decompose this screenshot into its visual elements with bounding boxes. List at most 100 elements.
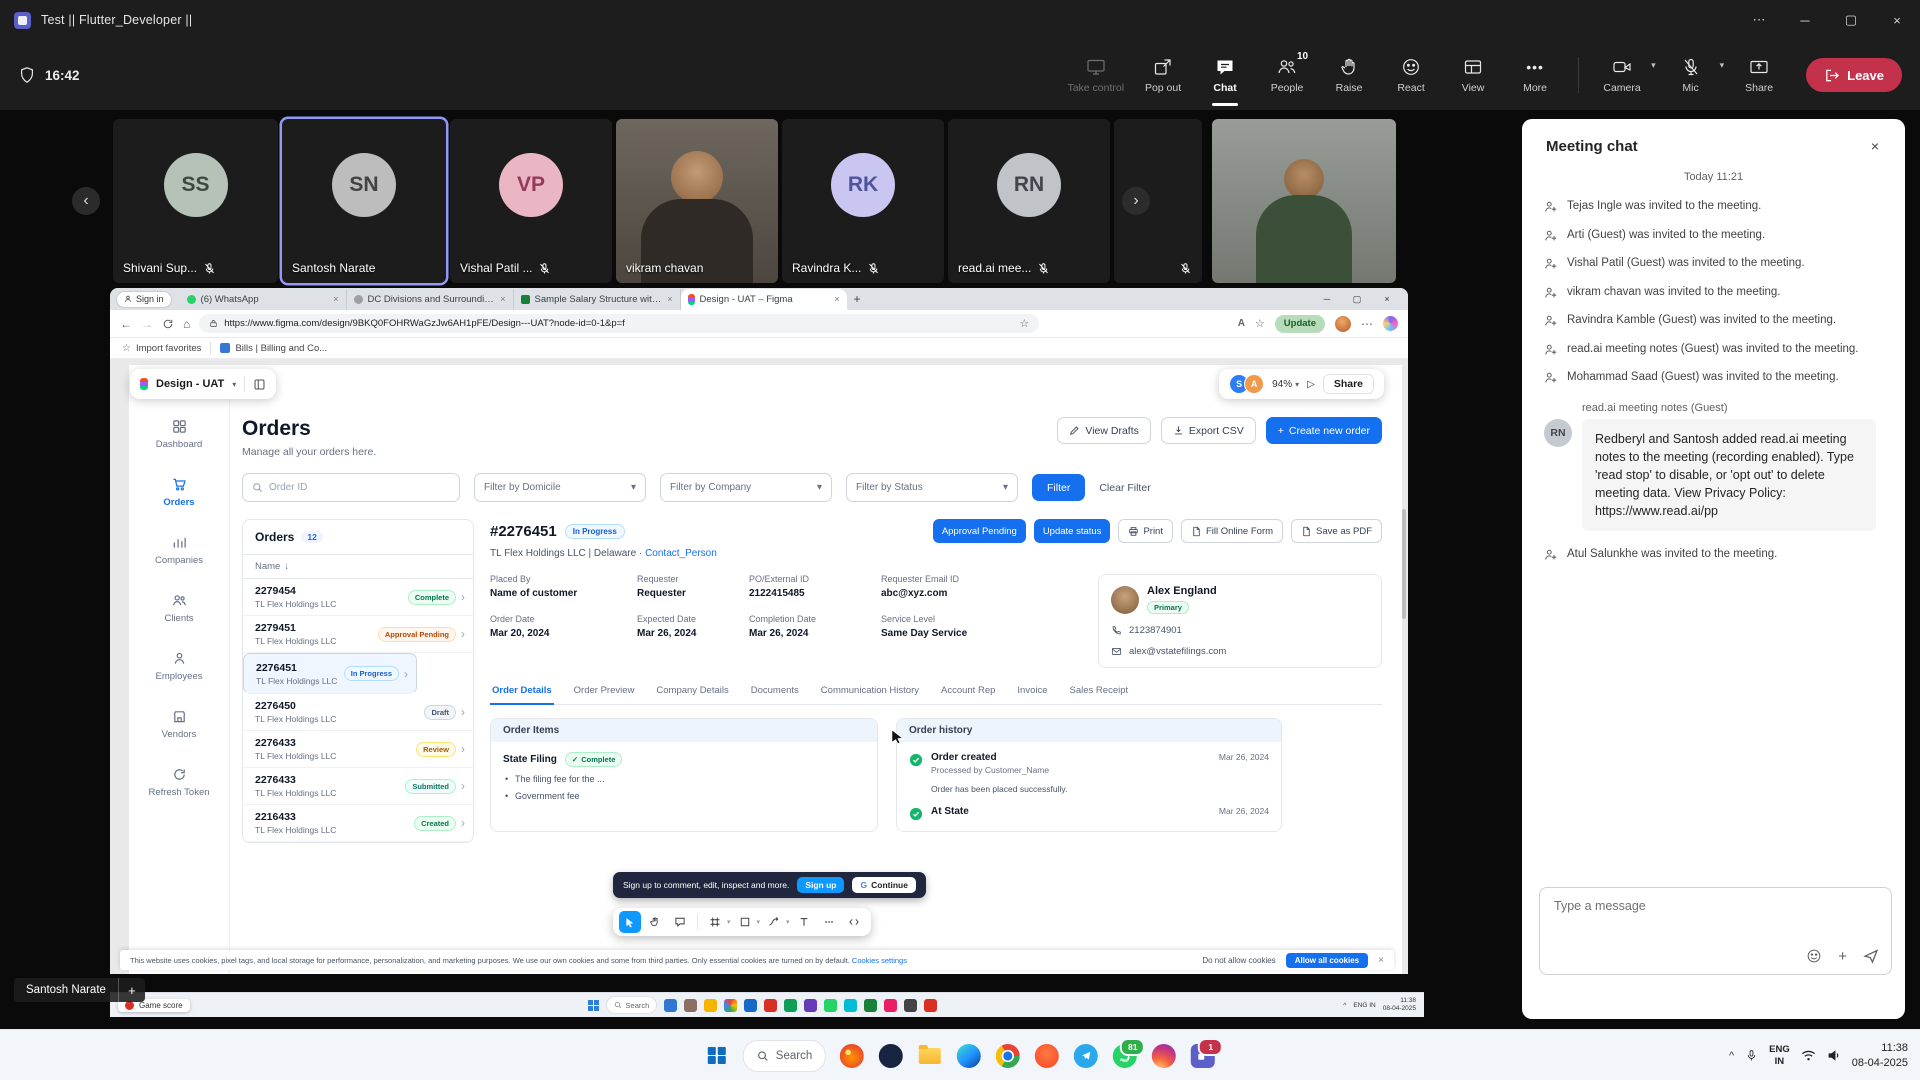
home-icon[interactable]: ⌂	[183, 317, 190, 331]
more-button[interactable]: ••• More	[1506, 52, 1564, 99]
filmstrip-next-button[interactable]: ›	[1122, 187, 1150, 215]
participant-tile[interactable]: VP Vishal Patil ...	[450, 119, 612, 283]
save-as-pdf-button[interactable]: Save as PDF	[1291, 519, 1382, 543]
start-icon[interactable]	[588, 1000, 599, 1011]
bookmark-item[interactable]: ☆ Import favorites	[122, 343, 201, 354]
url-field[interactable]: https://www.figma.com/design/9BKQ0FOHRWa…	[199, 314, 1039, 333]
chat-message-input[interactable]	[1552, 898, 1879, 914]
pinned-app-icon[interactable]	[704, 999, 717, 1012]
shared-search-box[interactable]: Search	[606, 996, 658, 1014]
window-close-icon[interactable]: ×	[1874, 0, 1920, 40]
chevron-down-icon[interactable]: ▾	[232, 380, 236, 389]
browser-tab[interactable]: (6) WhatsApp ×	[180, 289, 347, 310]
browser-update-button[interactable]: Update	[1275, 315, 1325, 333]
sidebar-item-employees[interactable]: Employees	[137, 651, 221, 709]
frame-tool[interactable]	[704, 911, 726, 933]
pinned-app-icon[interactable]	[684, 999, 697, 1012]
tab-close-icon[interactable]: ×	[667, 294, 672, 304]
start-button[interactable]	[704, 1043, 730, 1069]
fill-online-form-button[interactable]: Fill Online Form	[1181, 519, 1283, 543]
teams-icon[interactable]: 1	[1190, 1043, 1216, 1069]
window-minimize-icon[interactable]: ─	[1782, 0, 1828, 40]
chat-input-box[interactable]: +	[1539, 887, 1892, 975]
leave-button[interactable]: Leave	[1806, 58, 1902, 92]
tab-order-details[interactable]: Order Details	[490, 685, 554, 705]
order-list-row[interactable]: 2276433TL Flex Holdings LLC Submitted ›	[243, 768, 473, 805]
dev-app-icon[interactable]	[878, 1043, 904, 1069]
presenter-pin-button[interactable]: +	[118, 978, 145, 1002]
participant-tile[interactable]: RK Ravindra K...	[782, 119, 944, 283]
tab-account-rep[interactable]: Account Rep	[939, 685, 997, 704]
filter-company-select[interactable]: Filter by Company ▾	[660, 473, 832, 502]
file-explorer-icon[interactable]	[917, 1043, 943, 1069]
back-icon[interactable]: ←	[120, 317, 132, 331]
pinned-app-icon[interactable]	[664, 999, 677, 1012]
profile-avatar[interactable]	[1335, 316, 1351, 332]
allow-cookies-button[interactable]: Allow all cookies	[1286, 953, 1368, 968]
view-drafts-button[interactable]: View Drafts	[1057, 417, 1151, 444]
share-button[interactable]: Share	[1730, 52, 1788, 99]
pinned-app-icon[interactable]	[804, 999, 817, 1012]
export-csv-button[interactable]: Export CSV	[1161, 417, 1256, 444]
shared-clock[interactable]: 11:38 08-04-2025	[1383, 997, 1416, 1013]
send-icon[interactable]	[1863, 948, 1879, 964]
browser-minimize-icon[interactable]: ─	[1312, 294, 1342, 305]
people-button[interactable]: 10 People	[1258, 52, 1316, 99]
sidebar-item-companies[interactable]: Companies	[137, 535, 221, 593]
refresh-icon[interactable]	[162, 318, 174, 330]
attach-plus-icon[interactable]: +	[1838, 949, 1847, 964]
connector-tool[interactable]	[763, 911, 785, 933]
deny-cookies-button[interactable]: Do not allow cookies	[1202, 956, 1275, 965]
pinned-app-icon[interactable]	[824, 999, 837, 1012]
print-button[interactable]: Print	[1118, 519, 1173, 543]
browser-tab[interactable]: DC Divisions and Surroundings ×	[347, 289, 514, 310]
order-list-row[interactable]: 2279454TL Flex Holdings LLC Complete ›	[243, 579, 473, 616]
brave-icon[interactable]	[1034, 1043, 1060, 1069]
browser-tab-active[interactable]: Design - UAT – Figma ×	[681, 289, 847, 310]
taskbar-clock[interactable]: 11:38 08-04-2025	[1852, 1041, 1908, 1071]
collaborator-avatar[interactable]: A	[1244, 374, 1264, 394]
present-icon[interactable]: ▷	[1307, 379, 1315, 390]
column-header-name[interactable]: Name	[255, 561, 280, 572]
tab-sales-receipt[interactable]: Sales Receipt	[1068, 685, 1131, 704]
volume-icon[interactable]	[1827, 1049, 1841, 1062]
cursor-tool[interactable]	[619, 911, 641, 933]
tray-chevron-icon[interactable]: ^	[1343, 1002, 1346, 1009]
browser-close-icon[interactable]: ×	[1372, 294, 1402, 305]
figma-file-name[interactable]: Design - UAT	[156, 378, 224, 390]
hand-tool[interactable]	[644, 911, 666, 933]
pinned-app-icon[interactable]	[924, 999, 937, 1012]
text-tool[interactable]	[793, 911, 815, 933]
order-list-row[interactable]: 2276433TL Flex Holdings LLC Review ›	[243, 731, 473, 768]
tab-invoice[interactable]: Invoice	[1015, 685, 1049, 704]
pinned-app-icon[interactable]	[904, 999, 917, 1012]
sidebar-item-clients[interactable]: Clients	[137, 593, 221, 651]
participant-tile[interactable]: vikram chavan	[616, 119, 778, 283]
tray-mic-icon[interactable]	[1745, 1049, 1758, 1062]
sign-up-button[interactable]: Sign up	[797, 877, 844, 893]
update-status-button[interactable]: Update status	[1034, 519, 1111, 543]
camera-button[interactable]: Camera	[1593, 52, 1651, 99]
browser-tab[interactable]: Sample Salary Structure with calc ×	[514, 289, 681, 310]
contact-person-link[interactable]: Contact_Person	[645, 548, 717, 559]
figma-share-button[interactable]: Share	[1323, 374, 1374, 394]
language-indicator[interactable]: ENG IN	[1769, 1044, 1790, 1067]
taskbar-search-box[interactable]: Search	[743, 1040, 826, 1072]
order-list-row[interactable]: 2276450TL Flex Holdings LLC Draft ›	[243, 694, 473, 731]
camera-dropdown-icon[interactable]: ▾	[1651, 60, 1656, 71]
edge-icon[interactable]	[956, 1043, 982, 1069]
new-tab-button[interactable]: +	[854, 292, 861, 306]
pinned-app-icon[interactable]	[784, 999, 797, 1012]
shape-tool[interactable]	[734, 911, 756, 933]
pinned-app-icon[interactable]	[724, 999, 737, 1012]
pinned-app-icon[interactable]	[744, 999, 757, 1012]
pinned-app-icon[interactable]	[864, 999, 877, 1012]
participant-tile[interactable]: SS Shivani Sup...	[113, 119, 278, 283]
tab-communication-history[interactable]: Communication History	[819, 685, 921, 704]
canvas-scrollbar[interactable]	[1402, 509, 1406, 619]
colorful-app-icon[interactable]	[1151, 1043, 1177, 1069]
tab-close-icon[interactable]: ×	[834, 294, 839, 304]
filter-apply-button[interactable]: Filter	[1032, 474, 1085, 501]
chat-button[interactable]: Chat	[1196, 52, 1254, 99]
more-tools[interactable]	[818, 911, 840, 933]
